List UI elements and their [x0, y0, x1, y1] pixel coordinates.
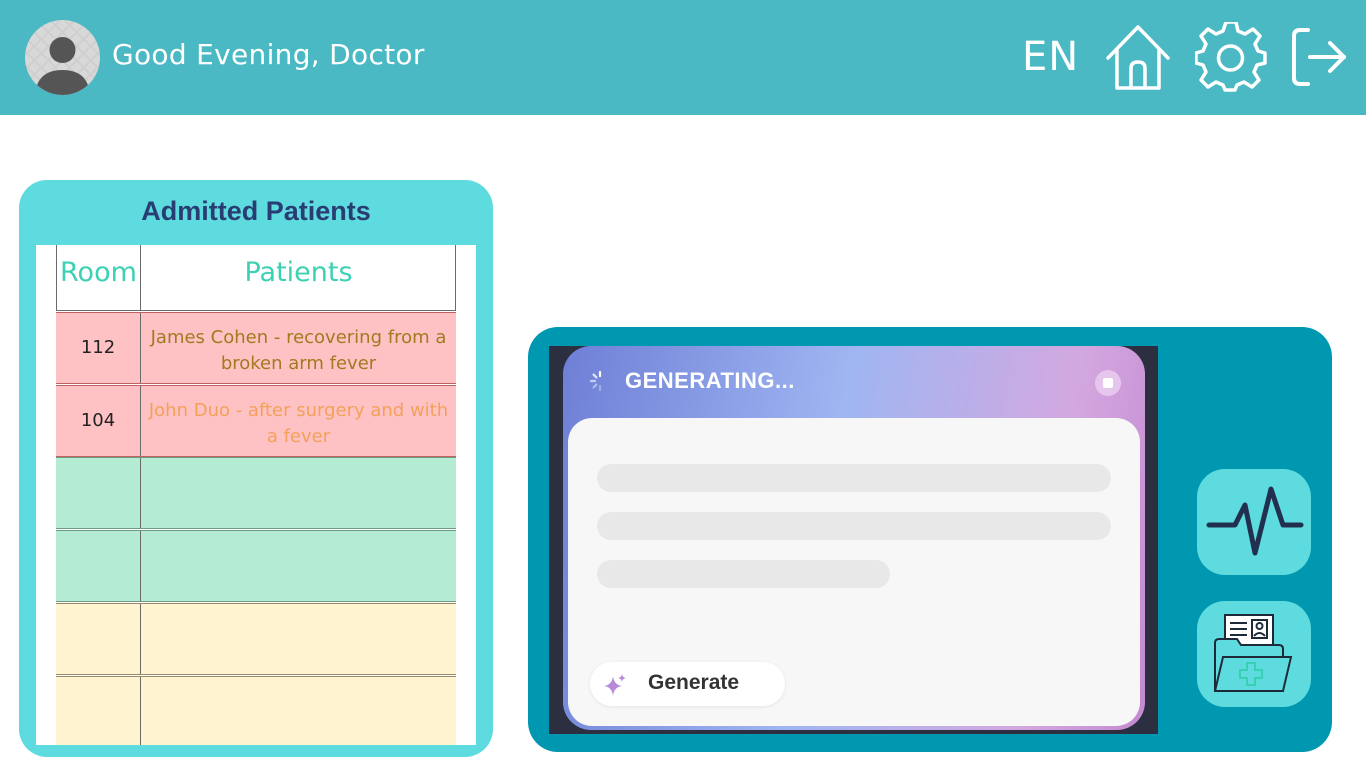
loading-line — [597, 560, 890, 588]
home-icon[interactable] — [1103, 22, 1173, 92]
table-border-left — [56, 245, 57, 311]
vitals-button[interactable] — [1197, 469, 1311, 575]
settings-gear-icon[interactable] — [1195, 22, 1267, 94]
vitals-pulse-icon — [1206, 486, 1304, 556]
sparkle-icon — [604, 674, 626, 696]
cell-divider — [140, 677, 141, 745]
table-row[interactable]: 104 John Duo - after surgery and with a … — [56, 385, 456, 457]
generation-output: Generate — [568, 418, 1140, 726]
greeting-text: Good Evening, Doctor — [112, 38, 425, 71]
room-number: 104 — [80, 410, 116, 431]
cell-divider — [140, 531, 141, 601]
ai-preview-frame: GENERATING... Generate — [549, 346, 1158, 734]
patients-table: Room Patients 112 James Cohen - recoveri… — [36, 245, 476, 745]
loading-line — [597, 464, 1111, 492]
avatar[interactable] — [25, 20, 100, 95]
generate-button[interactable]: Generate — [590, 662, 785, 706]
header-divider — [56, 310, 456, 311]
cell-divider — [140, 604, 141, 674]
column-header-room: Room — [60, 257, 137, 288]
generate-label: Generate — [648, 671, 740, 694]
language-toggle[interactable]: EN — [1022, 34, 1079, 80]
medical-records-button[interactable] — [1197, 601, 1311, 707]
logout-icon[interactable] — [1288, 26, 1350, 88]
room-number: 112 — [80, 337, 116, 358]
spinner-icon — [589, 370, 602, 392]
ai-assistant-panel: GENERATING... Generate — [528, 327, 1332, 752]
patient-description: John Duo - after surgery and with a feve… — [148, 400, 449, 447]
patient-description: James Cohen - recovering from a broken a… — [150, 327, 447, 374]
medical-records-folder-icon — [1213, 614, 1293, 692]
table-row[interactable] — [56, 676, 456, 745]
table-row[interactable]: 112 James Cohen - recovering from a brok… — [56, 312, 456, 384]
generating-status: GENERATING... — [625, 368, 795, 393]
cell-divider — [140, 313, 141, 383]
generating-card: GENERATING... Generate — [563, 346, 1145, 730]
loading-line — [597, 512, 1111, 540]
panel-title: Admitted Patients — [141, 196, 371, 226]
stop-button[interactable] — [1095, 370, 1121, 396]
table-row[interactable] — [56, 457, 456, 529]
table-row[interactable] — [56, 603, 456, 675]
cell-divider — [140, 458, 141, 528]
column-header-patients: Patients — [244, 257, 353, 288]
top-header: Good Evening, Doctor EN — [0, 0, 1366, 115]
admitted-patients-panel: Admitted Patients Room Patients 112 Jame… — [19, 180, 493, 757]
cell-divider — [140, 386, 141, 456]
user-silhouette-icon — [35, 37, 90, 95]
table-row[interactable] — [56, 530, 456, 602]
